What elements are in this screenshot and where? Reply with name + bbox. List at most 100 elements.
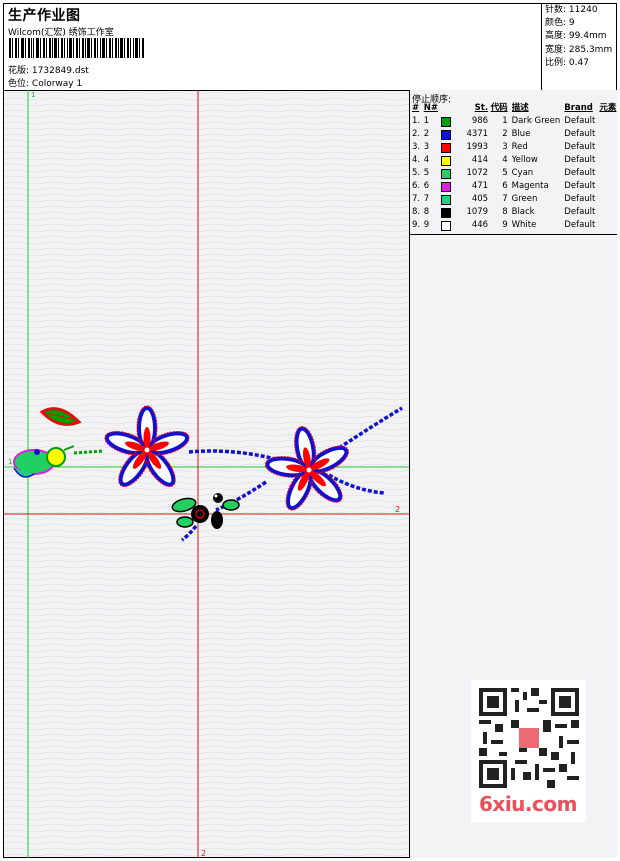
stat-width: 宽度: 285.3mm <box>545 44 613 55</box>
design-value: 1732849.dst <box>31 66 89 76</box>
row-code: 8 <box>502 207 508 217</box>
row-brand: Default <box>564 220 596 230</box>
row-description: Yellow <box>511 155 538 165</box>
color-row: 3. 3 1993 3 Red Default <box>410 141 617 154</box>
row-stitches: 986 <box>471 116 489 126</box>
stat-stitches: 针数: 11240 <box>545 5 598 15</box>
color-swatch <box>441 194 452 205</box>
color-swatch <box>441 220 452 231</box>
stat-height: 高度: 99.4mm <box>545 31 607 42</box>
color-swatch <box>441 181 452 192</box>
row-index: 2. <box>412 129 421 139</box>
row-stitches: 471 <box>471 181 489 191</box>
color-row: 8. 8 1079 8 Black Default <box>410 206 617 219</box>
company-name: Wilcom(汇宏) 绣饰工作室 <box>8 28 114 38</box>
row-needle: 1 <box>423 116 430 126</box>
row-brand: Default <box>564 155 596 165</box>
colorway-label: 色位: <box>8 79 30 89</box>
row-description: Dark Green <box>511 116 561 126</box>
qr-code-icon <box>479 688 579 788</box>
color-swatch <box>441 142 452 153</box>
color-swatch <box>441 168 452 179</box>
stats-panel: 针数: 11240 颜色: 9 高度: 99.4mm 宽度: 285.3mm 比… <box>541 4 617 90</box>
row-index: 7. <box>412 194 421 204</box>
row-needle: 9 <box>423 220 430 230</box>
row-index: 5. <box>412 168 421 178</box>
colorway-value: Colorway 1 <box>31 79 83 89</box>
row-description: Cyan <box>511 168 534 178</box>
row-description: Red <box>511 142 528 152</box>
row-stitches: 4371 <box>466 129 489 139</box>
barcode-icon <box>9 38 144 58</box>
row-stitches: 405 <box>471 194 489 204</box>
color-row: 7. 7 405 7 Green Default <box>410 193 617 206</box>
row-code: 4 <box>502 155 508 165</box>
row-needle: 5 <box>423 168 430 178</box>
row-brand: Default <box>564 142 596 152</box>
marker-1-top: 1 <box>31 91 35 99</box>
color-swatch <box>441 116 452 127</box>
color-row: 2. 2 4371 2 Blue Default <box>410 128 617 141</box>
design-canvas: 1 1 2 2 <box>4 90 409 858</box>
row-description: White <box>511 220 537 230</box>
color-row: 4. 4 414 4 Yellow Default <box>410 154 617 167</box>
row-brand: Default <box>564 207 596 217</box>
row-needle: 6 <box>423 181 430 191</box>
color-row: 6. 6 471 6 Magenta Default <box>410 180 617 193</box>
page-title: 生产作业图 <box>8 8 81 24</box>
color-swatch <box>441 207 452 218</box>
design-file-line: 花版: 1732849.dst <box>8 63 89 76</box>
row-code: 2 <box>502 129 508 139</box>
stat-scale: 比例: 0.47 <box>545 57 589 68</box>
row-needle: 4 <box>423 155 430 165</box>
row-description: Black <box>511 207 535 217</box>
row-stitches: 1072 <box>466 168 489 178</box>
row-description: Blue <box>511 129 531 139</box>
row-stitches: 446 <box>471 220 489 230</box>
row-index: 6. <box>412 181 421 191</box>
colorway-line: 色位: Colorway 1 <box>8 76 82 89</box>
sheet-header: 生产作业图 Wilcom(汇宏) 绣饰工作室 花版: 1732849.dst 色… <box>4 4 616 91</box>
color-row: 5. 5 1072 5 Cyan Default <box>410 167 617 180</box>
row-description: Green <box>511 194 538 204</box>
row-description: Magenta <box>511 181 549 191</box>
stat-colors: 颜色: 9 <box>545 18 575 29</box>
design-label: 花版: <box>8 66 30 76</box>
row-brand: Default <box>564 129 596 139</box>
row-code: 9 <box>502 220 508 230</box>
color-table: # N# St. 代码 描述 Brand 元素 1. 1 986 1 Dark Gree… <box>410 102 617 235</box>
watermark-site: 6xiu.com <box>479 792 577 816</box>
color-row: 1. 1 986 1 Dark Green Default <box>410 115 617 128</box>
row-stitches: 414 <box>471 155 489 165</box>
row-index: 1. <box>412 116 421 126</box>
row-brand: Default <box>564 116 596 126</box>
row-code: 5 <box>502 168 508 178</box>
color-row: 9. 9 446 9 White Default <box>410 219 617 232</box>
row-needle: 8 <box>423 207 430 217</box>
row-needle: 2 <box>423 129 430 139</box>
row-code: 6 <box>502 181 508 191</box>
watermark: 6xiu.com <box>471 680 586 822</box>
color-table-header: # N# St. 代码 描述 Brand 元素 <box>412 103 617 113</box>
row-brand: Default <box>564 194 596 204</box>
row-stitches: 1993 <box>466 142 489 152</box>
row-needle: 7 <box>423 194 430 204</box>
row-brand: Default <box>564 168 596 178</box>
row-stitches: 1079 <box>466 207 489 217</box>
marker-1-left: 1 <box>8 458 12 466</box>
row-index: 8. <box>412 207 421 217</box>
row-index: 4. <box>412 155 421 165</box>
row-needle: 3 <box>423 142 430 152</box>
marker-2-bottom: 2 <box>201 849 206 858</box>
row-index: 3. <box>412 142 421 152</box>
marker-2-right: 2 <box>395 505 400 514</box>
row-index: 9. <box>412 220 421 230</box>
color-swatch <box>441 155 452 166</box>
production-sheet: 生产作业图 Wilcom(汇宏) 绣饰工作室 花版: 1732849.dst 色… <box>3 3 617 858</box>
row-code: 1 <box>502 116 508 126</box>
row-brand: Default <box>564 181 596 191</box>
row-code: 3 <box>502 142 508 152</box>
design-preview: 1 1 2 2 <box>4 90 409 858</box>
color-swatch <box>441 129 452 140</box>
row-code: 7 <box>502 194 508 204</box>
